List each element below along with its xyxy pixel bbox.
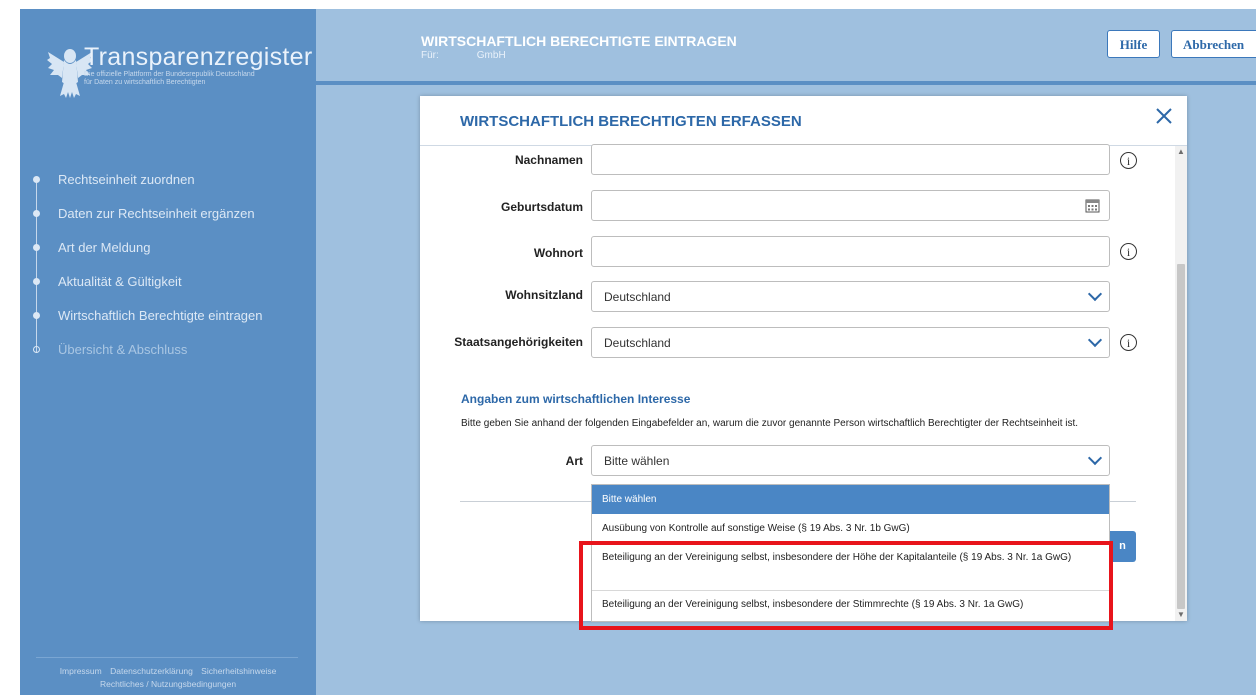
wohnort-input[interactable]: [591, 236, 1110, 267]
footer-links: Impressum Datenschutzerklärung Sicherhei…: [20, 665, 316, 691]
step-label: Rechtseinheit zuordnen: [58, 172, 195, 187]
info-icon[interactable]: i: [1120, 334, 1137, 351]
step-dot: [33, 278, 40, 285]
dropdown-option[interactable]: Beteiligung an der Vereinigung selbst, i…: [592, 551, 1109, 585]
dropdown-option[interactable]: Beteiligung an der Vereinigung selbst, i…: [592, 598, 1109, 616]
footer-link-impressum[interactable]: Impressum: [60, 666, 102, 676]
step-label: Übersicht & Abschluss: [58, 342, 188, 357]
scroll-down-icon[interactable]: ▼: [1177, 611, 1185, 619]
staatsangehoerigkeiten-select[interactable]: Deutschland: [591, 327, 1110, 358]
staatsangehoerigkeiten-label: Staatsangehörigkeiten: [454, 335, 583, 349]
app-title: Transparenzregister: [84, 43, 313, 71]
save-button[interactable]: n: [1109, 531, 1136, 562]
art-select[interactable]: Bitte wählen: [591, 445, 1110, 476]
step-label: Art der Meldung: [58, 240, 151, 255]
step-wirtschaftlich-berechtigte[interactable]: Wirtschaftlich Berechtigte eintragen: [33, 308, 263, 343]
step-label: Wirtschaftlich Berechtigte eintragen: [58, 308, 263, 323]
sidebar: Transparenzregister Die offizielle Platt…: [20, 9, 316, 695]
wohnsitzland-label: Wohnsitzland: [505, 288, 583, 302]
dropdown-divider: [592, 590, 1109, 591]
staatsangehoerigkeiten-value: Deutschland: [604, 336, 671, 350]
step-uebersicht: Übersicht & Abschluss: [33, 342, 262, 377]
art-dropdown-list: Bitte wählen Ausübung von Kontrolle auf …: [591, 484, 1110, 622]
nachnamen-label: Nachnamen: [514, 153, 583, 167]
close-icon[interactable]: [1152, 104, 1176, 128]
step-dot: [33, 176, 40, 183]
nachnamen-input[interactable]: [591, 144, 1110, 175]
chevron-down-icon: [1087, 286, 1103, 302]
step-label: Aktualität & Gültigkeit: [58, 274, 182, 289]
info-icon[interactable]: i: [1120, 152, 1137, 169]
cancel-button[interactable]: Abbrechen: [1171, 30, 1256, 58]
entity-line: Für: GmbH: [421, 50, 506, 61]
step-rechtseinheit-zuordnen[interactable]: Rechtseinheit zuordnen: [33, 172, 262, 207]
step-dot-pending: [33, 346, 40, 353]
scroll-up-icon[interactable]: ▲: [1177, 148, 1185, 156]
footer-link-rechtliches[interactable]: Rechtliches / Nutzungsbedingungen: [100, 679, 236, 689]
geburtsdatum-input[interactable]: [591, 190, 1110, 221]
step-aktualitaet[interactable]: Aktualität & Gültigkeit: [33, 274, 262, 309]
wohnsitzland-value: Deutschland: [604, 290, 671, 304]
dropdown-divider: [592, 542, 1109, 543]
dropdown-option[interactable]: Ausübung von Kontrolle auf sonstige Weis…: [592, 517, 1109, 543]
cancel-button-label: Abbrechen: [1183, 37, 1245, 52]
scrollbar-thumb[interactable]: [1177, 264, 1185, 609]
art-value: Bitte wählen: [604, 454, 670, 468]
wohnsitzland-select[interactable]: Deutschland: [591, 281, 1110, 312]
footer-divider: [36, 657, 298, 658]
info-icon[interactable]: i: [1120, 243, 1137, 260]
dropdown-option[interactable]: Bitte wählen: [592, 485, 1109, 514]
modal-title: WIRTSCHAFTLICH BERECHTIGTEN ERFASSEN: [460, 113, 802, 130]
page-title: WIRTSCHAFTLICH BERECHTIGTE EINTRAGEN: [421, 33, 737, 49]
step-dot: [33, 244, 40, 251]
progress-steps: Rechtseinheit zuordnen Daten zur Rechtse…: [33, 172, 263, 377]
footer-link-sicherheit[interactable]: Sicherheitshinweise: [201, 666, 276, 676]
art-label: Art: [565, 454, 583, 468]
step-dot: [33, 312, 40, 319]
help-button[interactable]: Hilfe: [1107, 30, 1160, 58]
wohnort-label: Wohnort: [533, 246, 583, 260]
calendar-icon[interactable]: [1085, 198, 1100, 213]
section-heading: Angaben zum wirtschaftlichen Interesse: [461, 392, 691, 406]
app-subtitle-line-1: Die offizielle Plattform der Bundesrepub…: [84, 71, 255, 78]
step-daten-ergaenzen[interactable]: Daten zur Rechtseinheit ergänzen: [33, 206, 262, 241]
entity-value: GmbH: [476, 50, 506, 61]
chevron-down-icon: [1087, 450, 1103, 466]
app-subtitle-line-2: für Daten zu wirtschaftlich Berechtigten: [84, 79, 206, 86]
step-art-der-meldung[interactable]: Art der Meldung: [33, 240, 262, 275]
entity-label: Für:: [421, 50, 439, 61]
geburtsdatum-label: Geburtsdatum: [500, 200, 583, 214]
step-dot: [33, 210, 40, 217]
section-description: Bitte geben Sie anhand der folgenden Ein…: [461, 418, 1079, 429]
chevron-down-icon: [1087, 332, 1103, 348]
step-label: Daten zur Rechtseinheit ergänzen: [58, 206, 255, 221]
modal-scrollbar[interactable]: ▲ ▼: [1175, 146, 1187, 621]
app-subtitle: Die offizielle Plattform der Bundesrepub…: [84, 71, 294, 87]
footer-link-datenschutz[interactable]: Datenschutzerklärung: [110, 666, 193, 676]
